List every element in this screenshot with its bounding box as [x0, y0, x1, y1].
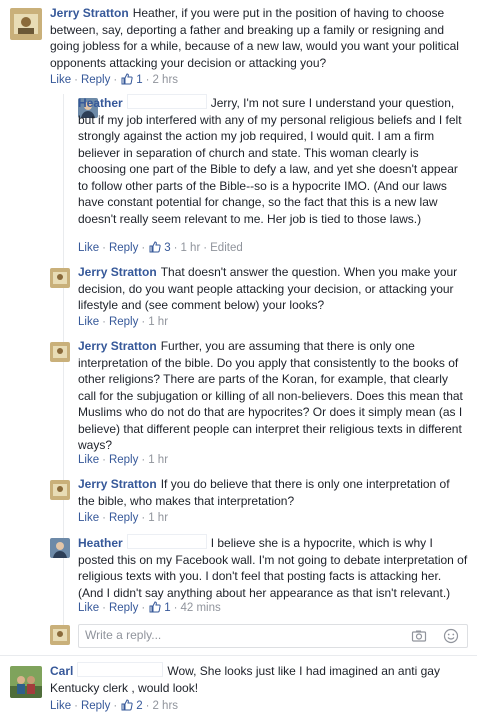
- comment-text: Further, you are assuming that there is …: [78, 339, 463, 452]
- comment-author[interactable]: Heather: [78, 96, 123, 110]
- reply-link[interactable]: Reply: [81, 74, 110, 86]
- avatar-jerry-stratton[interactable]: [10, 8, 42, 40]
- avatar-heather[interactable]: [50, 538, 70, 558]
- camera-icon[interactable]: [411, 628, 427, 644]
- thumbs-up-icon: [121, 699, 133, 711]
- comment-timestamp[interactable]: 2 hrs: [152, 700, 178, 712]
- like-link[interactable]: Like: [50, 74, 71, 86]
- redacted-surname: [77, 662, 164, 677]
- reply-link[interactable]: Reply: [109, 316, 138, 328]
- thumbs-up-icon: [149, 601, 161, 613]
- comment-author[interactable]: Carl: [50, 664, 73, 678]
- comment-text: Jerry, I'm not sure I understand your qu…: [78, 96, 462, 226]
- avatar-carl[interactable]: [10, 666, 42, 698]
- like-count[interactable]: 3: [164, 242, 170, 254]
- avatar-jerry-stratton[interactable]: [50, 480, 70, 500]
- comment-timestamp[interactable]: 1 hr: [180, 242, 200, 254]
- reply-link[interactable]: Reply: [81, 700, 110, 712]
- reply-link[interactable]: Reply: [109, 242, 138, 254]
- edited-label[interactable]: Edited: [210, 242, 243, 254]
- like-link[interactable]: Like: [78, 602, 99, 614]
- thumbs-up-icon: [121, 73, 133, 85]
- avatar-jerry-stratton[interactable]: [50, 268, 70, 288]
- comment-timestamp[interactable]: 42 mins: [180, 602, 220, 614]
- avatar-jerry-stratton[interactable]: [50, 342, 70, 362]
- comment-timestamp[interactable]: 1 hr: [148, 316, 168, 328]
- comment-author[interactable]: Jerry Stratton: [50, 6, 129, 20]
- current-user-avatar: [50, 625, 70, 645]
- comment-author[interactable]: Jerry Stratton: [78, 265, 157, 279]
- comment-author[interactable]: Jerry Stratton: [78, 477, 157, 491]
- like-link[interactable]: Like: [50, 700, 71, 712]
- like-count[interactable]: 1: [164, 602, 170, 614]
- like-count[interactable]: 1: [136, 74, 142, 86]
- comment-timestamp[interactable]: 1 hr: [148, 454, 168, 466]
- like-link[interactable]: Like: [78, 316, 99, 328]
- reply-input[interactable]: [79, 625, 385, 645]
- comment-author[interactable]: Jerry Stratton: [78, 339, 157, 353]
- reply-link[interactable]: Reply: [109, 602, 138, 614]
- reply-box[interactable]: [78, 624, 468, 648]
- redacted-surname: [126, 94, 207, 109]
- like-link[interactable]: Like: [78, 242, 99, 254]
- like-link[interactable]: Like: [78, 512, 99, 524]
- like-link[interactable]: Like: [78, 454, 99, 466]
- reply-link[interactable]: Reply: [109, 454, 138, 466]
- like-count[interactable]: 2: [136, 700, 142, 712]
- comment-author[interactable]: Heather: [78, 536, 123, 550]
- thumbs-up-icon: [149, 241, 161, 253]
- smiley-icon[interactable]: [443, 628, 459, 644]
- reply-link[interactable]: Reply: [109, 512, 138, 524]
- comment-timestamp[interactable]: 1 hr: [148, 512, 168, 524]
- reply-thread-line: [63, 94, 64, 643]
- redacted-surname: [126, 534, 207, 549]
- comment-timestamp[interactable]: 2 hrs: [152, 74, 178, 86]
- comment-divider: [0, 655, 477, 656]
